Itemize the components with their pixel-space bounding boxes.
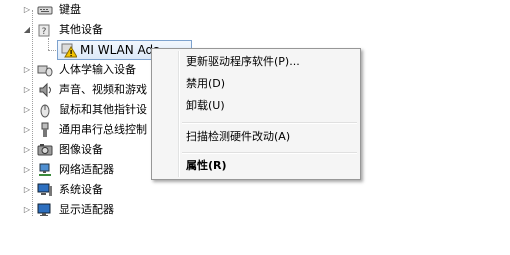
unknown-device-icon: ? — [37, 22, 53, 38]
tree-item-label: 鼠标和其他指针设 — [59, 103, 147, 116]
display-icon — [37, 202, 53, 218]
svg-text:?: ? — [42, 27, 47, 37]
expand-arrow-icon[interactable]: ▷ — [22, 145, 32, 155]
speaker-icon — [37, 82, 53, 98]
tree-item-label: 系统设备 — [59, 183, 103, 196]
expand-arrow-icon[interactable]: ▷ — [22, 185, 32, 195]
tree-item-network[interactable]: ▷ 网络适配器 — [0, 161, 130, 179]
menu-item-uninstall[interactable]: 卸载(U) — [186, 98, 225, 114]
expand-arrow-icon[interactable]: ▷ — [22, 5, 32, 15]
tree-item-imaging[interactable]: ▷ 图像设备 — [0, 141, 120, 159]
tree-item-hid[interactable]: ▷ 人体学输入设备 — [0, 61, 150, 79]
network-icon — [37, 162, 53, 178]
collapse-arrow-icon[interactable]: ◢ — [22, 25, 32, 35]
tree-item-label: 通用串行总线控制 — [59, 123, 147, 136]
camera-icon — [37, 142, 53, 158]
tree-item-label: 图像设备 — [59, 143, 103, 156]
menu-item-update-driver[interactable]: 更新驱动程序软件(P)... — [186, 54, 300, 70]
expand-arrow-icon[interactable]: ▷ — [22, 205, 32, 215]
context-menu: 更新驱动程序软件(P)... 禁用(D) 卸载(U) 扫描检测硬件改动(A) 属… — [151, 48, 361, 180]
tree-item-label: 网络适配器 — [59, 163, 114, 176]
tree-item-label: 键盘 — [59, 3, 81, 16]
tree-item-usb[interactable]: ▷ 通用串行总线控制 — [0, 121, 150, 139]
keyboard-icon — [37, 2, 53, 18]
menu-gutter — [178, 51, 180, 177]
expand-arrow-icon[interactable]: ▷ — [22, 125, 32, 135]
tree-item-label: 人体学输入设备 — [59, 63, 136, 76]
tree-item-system[interactable]: ▷ 系统设备 — [0, 181, 130, 199]
menu-separator — [182, 152, 357, 154]
tree-item-mouse[interactable]: ▷ 鼠标和其他指针设 — [0, 101, 150, 119]
expand-arrow-icon[interactable]: ▷ — [22, 165, 32, 175]
tree-item-other-devices[interactable]: ◢ ? 其他设备 — [0, 21, 130, 39]
usb-icon — [37, 122, 53, 138]
menu-item-disable[interactable]: 禁用(D) — [186, 76, 225, 92]
tree-item-label: 其他设备 — [59, 23, 103, 36]
menu-separator — [182, 122, 357, 124]
tree-item-label: 显示适配器 — [59, 203, 114, 216]
expand-arrow-icon[interactable]: ▷ — [22, 85, 32, 95]
tree-item-label: 声音、视频和游戏 — [59, 83, 147, 96]
computer-icon — [37, 182, 53, 198]
menu-item-scan-hardware[interactable]: 扫描检测硬件改动(A) — [186, 129, 290, 145]
hid-icon — [37, 62, 53, 78]
expand-arrow-icon[interactable]: ▷ — [22, 65, 32, 75]
menu-item-properties[interactable]: 属性(R) — [186, 158, 227, 174]
tree-item-sound[interactable]: ▷ 声音、视频和游戏 — [0, 81, 150, 99]
expand-arrow-icon[interactable]: ▷ — [22, 105, 32, 115]
warning-icon — [61, 42, 78, 58]
tree-item-display[interactable]: ▷ 显示适配器 — [0, 201, 130, 219]
tree-item-keyboard[interactable]: ▷ 键盘 — [0, 1, 120, 19]
mouse-icon — [37, 102, 53, 118]
tree-item-label: MI WLAN Ada — [80, 43, 161, 57]
